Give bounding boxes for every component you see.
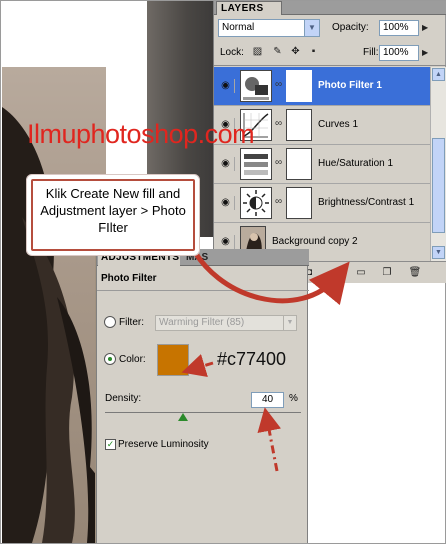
instruction-callout: Klik Create New fill and Adjustment laye… [31, 179, 195, 251]
blend-mode-select[interactable]: Normal ▼ [218, 19, 320, 37]
layers-scrollbar[interactable]: ▲ ▼ [430, 67, 446, 261]
eye-icon[interactable]: ◉ [217, 157, 235, 171]
adjustments-tabbar: ADJUSTMENTS MAS [97, 249, 309, 266]
layer-row-brightness-contrast[interactable]: ◉ ∞ Brightness/Contrast 1 [214, 184, 430, 223]
fill-input[interactable]: 100% [379, 45, 419, 61]
lock-image-pixels-icon[interactable]: ✎ [272, 46, 283, 57]
chain-link-icon: ∞ [275, 196, 283, 207]
tab-adjustments[interactable]: ADJUSTMENTS [98, 251, 180, 266]
chain-link-icon: ∞ [275, 79, 283, 90]
new-layer-icon[interactable]: ❐ [380, 266, 394, 279]
adjustments-panel: ADJUSTMENTS MAS Photo Filter Filter: War… [96, 249, 309, 543]
trash-icon[interactable]: 🗑 [408, 266, 422, 279]
tab-masks[interactable]: MAS [183, 251, 223, 266]
color-swatch[interactable] [157, 344, 189, 376]
layer-name: Hue/Saturation 1 [318, 158, 394, 169]
layer-mask-thumbnail[interactable] [286, 187, 312, 219]
density-slider-thumb[interactable] [178, 413, 189, 421]
lock-transparent-pixels-icon[interactable]: ▨ [252, 46, 263, 57]
density-unit: % [289, 393, 298, 404]
new-adjustment-layer-icon[interactable]: ◐ [328, 266, 342, 279]
lock-label: Lock: [220, 47, 244, 58]
fill-arrow-icon[interactable]: ▶ [422, 45, 431, 61]
scroll-down-icon[interactable]: ▼ [432, 246, 445, 259]
color-radio[interactable] [104, 353, 116, 365]
density-input[interactable]: 40 [251, 392, 284, 408]
layer-name: Curves 1 [318, 119, 359, 130]
lock-position-icon[interactable]: ✥ [290, 46, 301, 57]
scroll-up-icon[interactable]: ▲ [432, 68, 445, 81]
filter-select-value: Warming Filter (85) [159, 317, 245, 328]
layer-row-hue-saturation[interactable]: ◉ ∞ Hue/Saturation 1 [214, 145, 430, 184]
color-label: Color: [119, 354, 146, 365]
layer-mask-thumbnail[interactable] [286, 109, 312, 141]
photo-filter-adjustment-icon [240, 70, 272, 102]
chevron-down-icon[interactable]: ▼ [304, 20, 319, 36]
layer-name: Brightness/Contrast 1 [318, 197, 415, 208]
lock-all-icon[interactable]: ▪ [308, 46, 319, 57]
new-group-icon[interactable]: ▭ [354, 266, 368, 279]
screenshot-frame: LAYERS Normal ▼ Opacity: 100% ▶ Lock: ▨ … [0, 0, 446, 544]
blend-mode-value: Normal [222, 22, 255, 33]
fill-label: Fill: [363, 47, 379, 58]
opacity-input[interactable]: 100% [379, 20, 419, 36]
layer-mask-thumbnail[interactable] [286, 70, 312, 102]
chevron-down-icon[interactable]: ▼ [283, 316, 296, 330]
tab-layers[interactable]: LAYERS [216, 1, 282, 15]
layer-mask-thumbnail[interactable] [286, 148, 312, 180]
layer-list: ◉ ∞ Photo Filter 1 ◉ ∞ Curves 1 ◉ ∞ Hue/… [214, 67, 430, 262]
watermark-text: Ilmuphotoshop.com [27, 119, 255, 149]
layer-name: Background copy 2 [272, 236, 358, 247]
eye-icon[interactable]: ◉ [217, 79, 235, 93]
eye-icon[interactable]: ◉ [217, 196, 235, 210]
opacity-arrow-icon[interactable]: ▶ [422, 20, 431, 36]
opacity-label: Opacity: [332, 22, 369, 33]
brightness-contrast-adjustment-icon [240, 187, 272, 219]
layers-tabbar: LAYERS [214, 1, 446, 15]
density-slider-track[interactable] [105, 412, 301, 413]
layer-name: Photo Filter 1 [318, 80, 382, 91]
canvas-white-area [2, 1, 148, 67]
scrollbar-thumb[interactable] [432, 138, 445, 233]
filter-label: Filter: [119, 317, 144, 328]
divider [214, 65, 446, 66]
chain-link-icon: ∞ [275, 157, 283, 168]
color-hex-annotation: #c77400 [217, 349, 287, 369]
filter-radio[interactable] [104, 316, 116, 328]
panel-title: Photo Filter [101, 273, 157, 284]
eye-icon[interactable]: ◉ [217, 235, 235, 249]
density-label: Density: [105, 393, 142, 404]
layer-row-photo-filter[interactable]: ◉ ∞ Photo Filter 1 [214, 67, 430, 106]
divider [97, 290, 309, 291]
filter-select[interactable]: Warming Filter (85) ▼ [155, 315, 297, 331]
preserve-luminosity-checkbox[interactable]: ✓ [105, 439, 116, 450]
preserve-luminosity-label: Preserve Luminosity [118, 439, 209, 450]
hue-saturation-adjustment-icon [240, 148, 272, 180]
chain-link-icon: ∞ [275, 118, 283, 129]
